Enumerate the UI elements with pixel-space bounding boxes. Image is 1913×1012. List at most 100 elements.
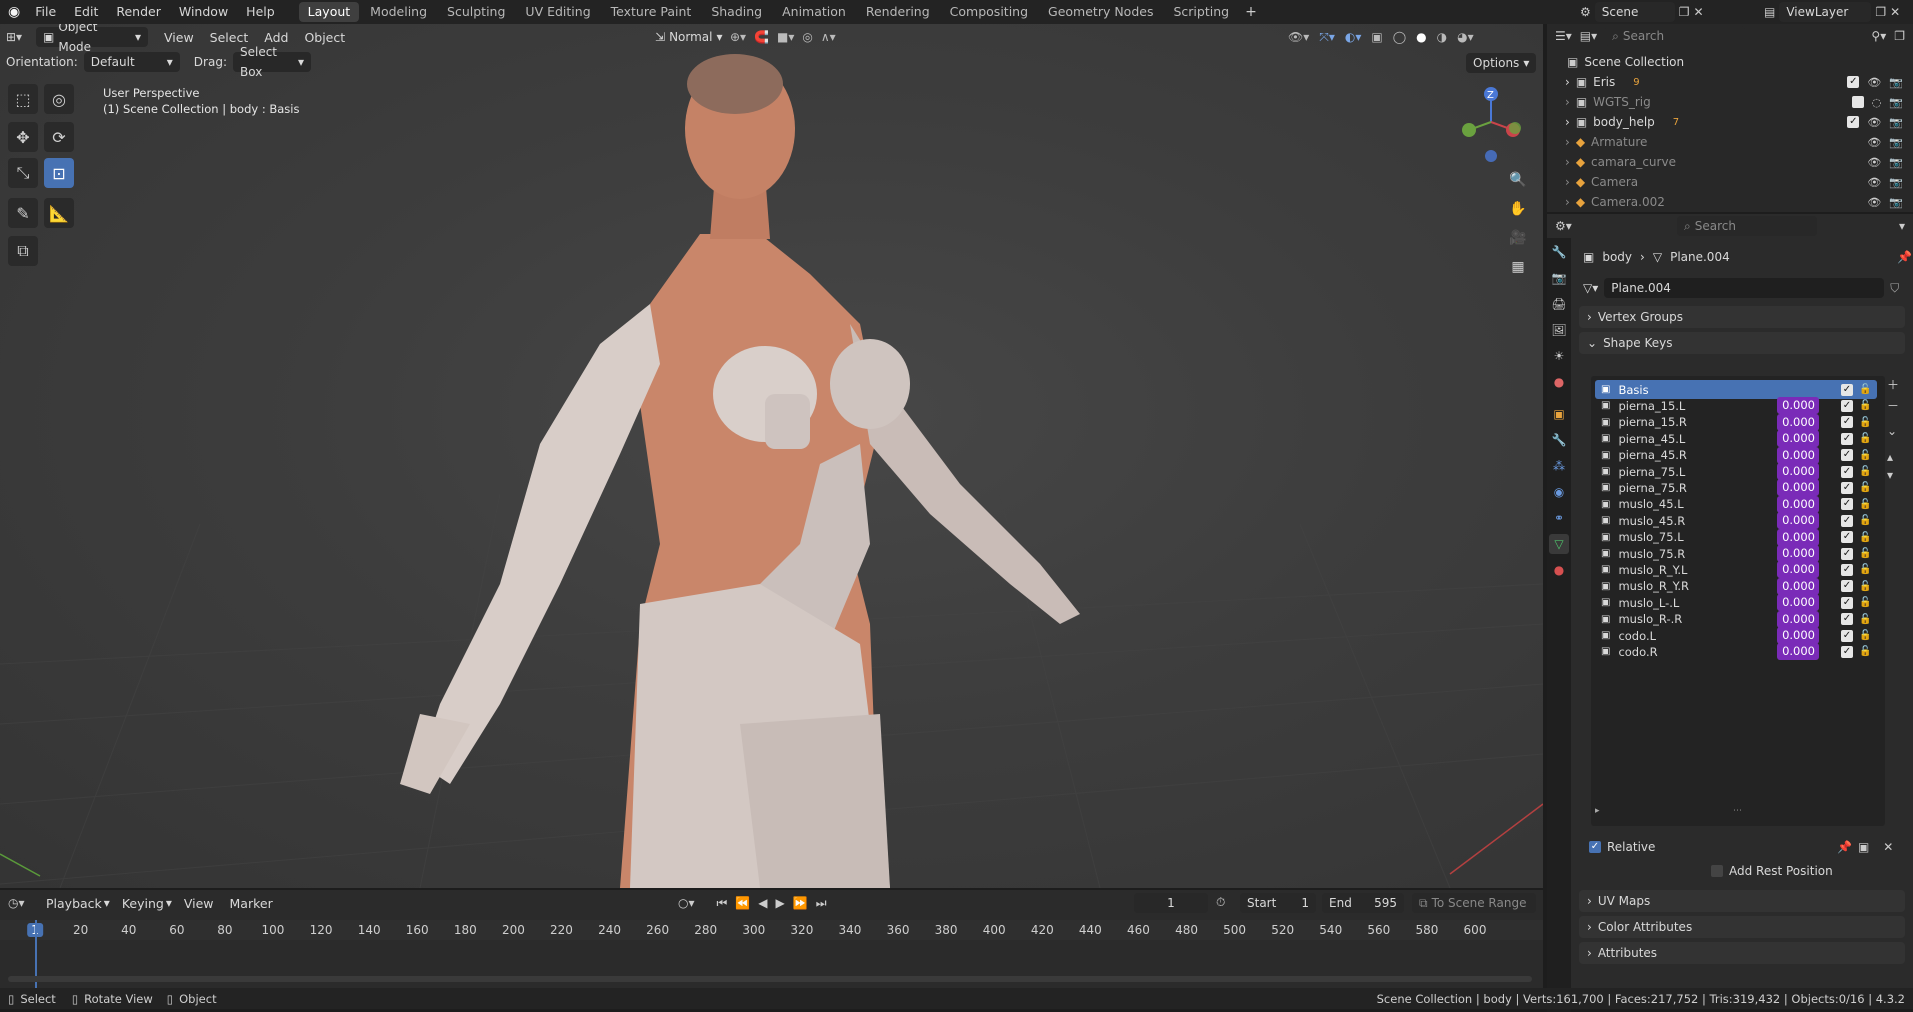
tab-compositing[interactable]: Compositing — [941, 2, 1037, 22]
shape-key-mute-checkbox[interactable]: ✓ — [1841, 416, 1853, 429]
exclude-checkbox[interactable]: ✓ — [1847, 75, 1860, 88]
lock-icon[interactable]: 🔓 — [1859, 515, 1871, 526]
add-rest-position-checkbox[interactable] — [1711, 865, 1723, 877]
vertex-groups-panel[interactable]: › Vertex Groups — [1579, 306, 1905, 328]
shape-key-edit-icon[interactable]: ▣ — [1858, 840, 1869, 854]
render-camera-icon[interactable]: 📷 — [1889, 176, 1903, 189]
outliner-item[interactable]: › ◆ camara_curve 👁 📷 — [1547, 152, 1913, 172]
timeline-scrollbar[interactable] — [8, 976, 1532, 982]
tool-tab-icon[interactable]: 🔧 — [1549, 242, 1569, 262]
shape-key-mute-checkbox[interactable]: ✓ — [1841, 531, 1853, 544]
outliner-item[interactable]: › ◆ Armature 👁 📷 — [1547, 132, 1913, 152]
lock-icon[interactable]: 🔓 — [1859, 450, 1871, 461]
menu-edit[interactable]: Edit — [65, 0, 107, 24]
stopwatch-icon[interactable]: ⏱ — [1216, 895, 1225, 910]
editor-type-icon[interactable]: ⊞▾ — [6, 30, 36, 44]
outliner-item[interactable]: › ◆ Camera 👁 📷 — [1547, 172, 1913, 192]
expand-arrow-icon[interactable]: › — [1565, 95, 1570, 109]
outliner-search-input[interactable]: ⌕ Search — [1605, 26, 1746, 46]
shape-key-mute-checkbox[interactable]: ✓ — [1841, 465, 1853, 478]
lock-icon[interactable]: 🔓 — [1859, 482, 1871, 493]
material-tab-icon[interactable]: ● — [1549, 560, 1569, 580]
to-scene-range-button[interactable]: ⧉ To Scene Range — [1412, 893, 1536, 913]
lock-icon[interactable]: 🔓 — [1859, 466, 1871, 477]
snap-target-icon[interactable]: ■▾ — [777, 30, 794, 44]
visibility-icon[interactable]: 👁▾ — [1288, 30, 1309, 44]
shape-key-pin-icon[interactable]: 📌 — [1837, 840, 1852, 854]
play-icon[interactable]: ▶ — [776, 896, 785, 910]
output-tab-icon[interactable]: 🖨 — [1549, 294, 1569, 314]
tab-sculpting[interactable]: Sculpting — [438, 2, 514, 22]
camera-view-icon[interactable]: 🎥 — [1506, 226, 1530, 250]
tab-uv-editing[interactable]: UV Editing — [516, 2, 599, 22]
properties-editor-icon[interactable]: ⚙▾ — [1555, 219, 1572, 233]
scale-tool[interactable]: ⤡ — [8, 158, 38, 188]
visibility-eye-icon[interactable]: 👁 — [1867, 76, 1881, 89]
tab-shading[interactable]: Shading — [702, 2, 771, 22]
render-camera-icon[interactable]: 📷 — [1889, 96, 1903, 109]
scene-selector[interactable]: Scene — [1594, 2, 1675, 22]
lock-icon[interactable]: 🔓 — [1859, 630, 1871, 641]
new-scene-icon[interactable]: ❐ — [1679, 5, 1690, 19]
shape-key-mute-checkbox[interactable]: ✓ — [1841, 399, 1853, 412]
render-camera-icon[interactable]: 📷 — [1889, 76, 1903, 89]
timeline-menu-view[interactable]: View — [176, 896, 222, 911]
shape-key-mute-checkbox[interactable]: ✓ — [1841, 563, 1853, 576]
lock-icon[interactable]: 🔓 — [1859, 646, 1871, 657]
tab-texture-paint[interactable]: Texture Paint — [602, 2, 701, 22]
expand-arrow-icon[interactable]: › — [1565, 155, 1570, 169]
xray-icon[interactable]: ▣ — [1371, 30, 1382, 44]
add-cube-tool[interactable]: ⧉ — [8, 236, 38, 266]
color-attributes-panel[interactable]: › Color Attributes — [1579, 916, 1905, 938]
mesh-name-field[interactable]: Plane.004 — [1604, 278, 1885, 298]
shape-key-mute-checkbox[interactable]: ✓ — [1841, 498, 1853, 511]
tab-scripting[interactable]: Scripting — [1164, 2, 1238, 22]
shape-key-mute-checkbox[interactable]: ✓ — [1841, 514, 1853, 527]
viewport-menu-view[interactable]: View — [156, 30, 202, 45]
annotate-tool[interactable]: ✎ — [8, 198, 38, 228]
lock-icon[interactable]: 🔓 — [1859, 548, 1871, 559]
jump-prev-key-icon[interactable]: ⏪ — [735, 896, 750, 910]
shape-key-value-field[interactable]: 0.000 — [1777, 643, 1819, 661]
tab-modeling[interactable]: Modeling — [361, 2, 436, 22]
solid-shading-icon[interactable]: ● — [1416, 30, 1426, 44]
wireframe-shading-icon[interactable]: ◯ — [1393, 30, 1406, 44]
gizmo-toggle-icon[interactable]: ⤧▾ — [1319, 30, 1335, 45]
outliner-editor-icon[interactable]: ☰▾ — [1555, 29, 1572, 43]
exclude-checkbox[interactable] — [1851, 95, 1864, 108]
lock-icon[interactable]: 🔓 — [1859, 417, 1871, 428]
render-camera-icon[interactable]: 📷 — [1889, 116, 1903, 129]
measure-tool[interactable]: 📐 — [44, 198, 74, 228]
shape-key-mute-checkbox[interactable]: ✓ — [1841, 629, 1853, 642]
play-reverse-icon[interactable]: ◀ — [758, 896, 767, 910]
overlay-toggle-icon[interactable]: ◐▾ — [1345, 30, 1362, 44]
new-view-layer-icon[interactable]: ❐ — [1875, 5, 1886, 19]
viewport-menu-object[interactable]: Object — [296, 30, 353, 45]
3d-viewport[interactable]: ⊞▾ ▣ Object Mode ▾ View Select Add Object ⇲ No… — [0, 24, 1543, 888]
shape-key-mute-checkbox[interactable]: ✓ — [1841, 383, 1853, 396]
shape-key-mute-checkbox[interactable]: ✓ — [1841, 645, 1853, 658]
shape-key-mute-checkbox[interactable]: ✓ — [1841, 449, 1853, 462]
start-frame-field[interactable]: Start 1 — [1240, 893, 1316, 913]
shape-key-mute-checkbox[interactable]: ✓ — [1841, 596, 1853, 609]
move-down-icon[interactable]: ▾ — [1887, 468, 1899, 482]
orientation-selector[interactable]: Default ▾ — [83, 52, 180, 72]
attributes-panel[interactable]: › Attributes — [1579, 942, 1905, 964]
delete-scene-icon[interactable]: ✕ — [1694, 5, 1704, 19]
tab-geometry-nodes[interactable]: Geometry Nodes — [1039, 2, 1162, 22]
move-up-icon[interactable]: ▴ — [1887, 450, 1899, 464]
proportional-edit-icon[interactable]: ◎ — [802, 30, 812, 44]
outliner-item[interactable]: › ▣ Eris 9 ✓ 👁 📷 — [1547, 72, 1913, 92]
snap-icon[interactable]: 🧲 — [754, 30, 769, 44]
new-collection-icon[interactable]: ❐ — [1894, 29, 1913, 43]
timeline-menu-keying[interactable]: Keying — [114, 896, 172, 911]
options-button[interactable]: Options ▾ — [1466, 53, 1536, 73]
tab-rendering[interactable]: Rendering — [857, 2, 939, 22]
pan-hand-icon[interactable]: ✋ — [1506, 197, 1530, 221]
rendered-shading-icon[interactable]: ◕▾ — [1457, 30, 1474, 44]
shape-keys-panel[interactable]: ⌄ Shape Keys — [1579, 332, 1905, 354]
menu-window[interactable]: Window — [170, 0, 237, 24]
display-mode-icon[interactable]: ▤▾ — [1580, 29, 1597, 43]
frame-ruler[interactable]: 1204060801001201401601802002202402602803… — [0, 920, 1543, 940]
cursor-tool[interactable]: ◎ — [44, 84, 74, 114]
